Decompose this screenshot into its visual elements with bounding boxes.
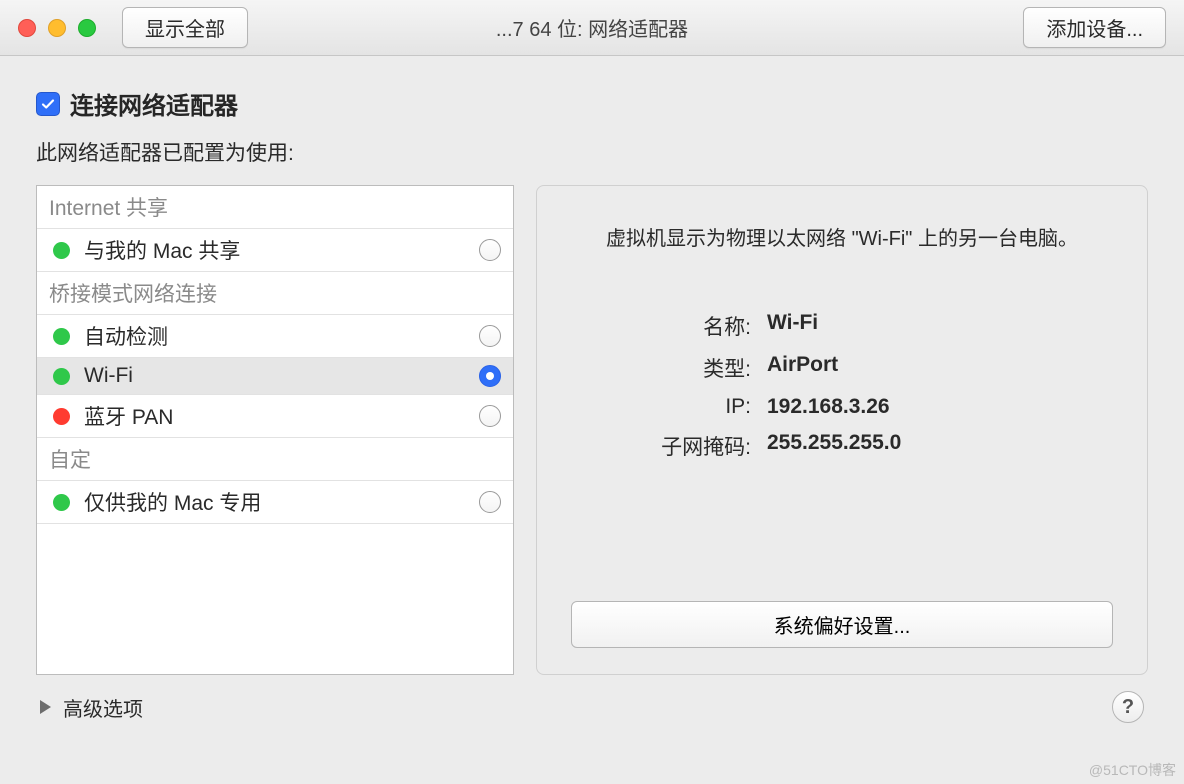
add-device-button[interactable]: 添加设备... <box>1023 7 1166 48</box>
panels: Internet 共享 与我的 Mac 共享 桥接模式网络连接 自动检测 Wi-… <box>36 185 1148 675</box>
radio-button[interactable] <box>479 239 501 261</box>
type-label: 类型: <box>571 353 751 383</box>
radio-button[interactable] <box>479 491 501 513</box>
disclosure-triangle-icon <box>40 700 51 714</box>
titlebar: 显示全部 ...7 64 位: 网络适配器 添加设备... <box>0 0 1184 56</box>
window-controls <box>18 19 96 37</box>
list-item-label: 自动检测 <box>84 321 465 351</box>
subnet-value: 255.255.255.0 <box>767 431 1113 461</box>
advanced-options-label: 高级选项 <box>63 693 143 722</box>
network-list-panel: Internet 共享 与我的 Mac 共享 桥接模式网络连接 自动检测 Wi-… <box>36 185 514 675</box>
list-item-label: Wi-Fi <box>84 364 465 388</box>
section-bridged: 桥接模式网络连接 <box>37 272 513 315</box>
section-custom: 自定 <box>37 438 513 481</box>
window-title: ...7 64 位: 网络适配器 <box>496 13 688 42</box>
list-item-label: 仅供我的 Mac 专用 <box>84 487 465 517</box>
list-item[interactable]: 自动检测 <box>37 315 513 358</box>
radio-button[interactable] <box>479 365 501 387</box>
connect-adapter-label: 连接网络适配器 <box>70 86 238 121</box>
list-item-label: 与我的 Mac 共享 <box>84 235 465 265</box>
help-button[interactable]: ? <box>1112 691 1144 723</box>
list-item[interactable]: Wi-Fi <box>37 358 513 395</box>
ip-value: 192.168.3.26 <box>767 395 1113 419</box>
content-area: 连接网络适配器 此网络适配器已配置为使用: Internet 共享 与我的 Ma… <box>0 56 1184 784</box>
status-dot-icon <box>53 408 70 425</box>
system-preferences-button[interactable]: 系统偏好设置... <box>571 601 1113 648</box>
maximize-icon[interactable] <box>78 19 96 37</box>
detail-description: 虚拟机显示为物理以太网络 "Wi-Fi" 上的另一台电脑。 <box>571 222 1113 251</box>
list-item[interactable]: 仅供我的 Mac 专用 <box>37 481 513 524</box>
subnet-label: 子网掩码: <box>571 431 751 461</box>
type-value: AirPort <box>767 353 1113 383</box>
list-item[interactable]: 蓝牙 PAN <box>37 395 513 438</box>
status-dot-icon <box>53 494 70 511</box>
detail-fields: 名称: Wi-Fi 类型: AirPort IP: 192.168.3.26 子… <box>571 311 1113 461</box>
show-all-button[interactable]: 显示全部 <box>122 7 248 48</box>
connect-adapter-checkbox[interactable] <box>36 92 60 116</box>
radio-button[interactable] <box>479 405 501 427</box>
advanced-options-toggle[interactable]: 高级选项 <box>40 693 143 722</box>
minimize-icon[interactable] <box>48 19 66 37</box>
section-internet-sharing: Internet 共享 <box>37 186 513 229</box>
radio-button[interactable] <box>479 325 501 347</box>
config-subtext: 此网络适配器已配置为使用: <box>36 137 1148 167</box>
name-value: Wi-Fi <box>767 311 1113 341</box>
status-dot-icon <box>53 368 70 385</box>
watermark: @51CTO博客 <box>1089 760 1176 780</box>
list-item-label: 蓝牙 PAN <box>84 401 465 431</box>
status-dot-icon <box>53 242 70 259</box>
close-icon[interactable] <box>18 19 36 37</box>
ip-label: IP: <box>571 395 751 419</box>
detail-panel: 虚拟机显示为物理以太网络 "Wi-Fi" 上的另一台电脑。 名称: Wi-Fi … <box>536 185 1148 675</box>
name-label: 名称: <box>571 311 751 341</box>
list-item[interactable]: 与我的 Mac 共享 <box>37 229 513 272</box>
status-dot-icon <box>53 328 70 345</box>
connect-adapter-row: 连接网络适配器 <box>36 86 1148 121</box>
footer: 高级选项 ? <box>36 691 1148 723</box>
